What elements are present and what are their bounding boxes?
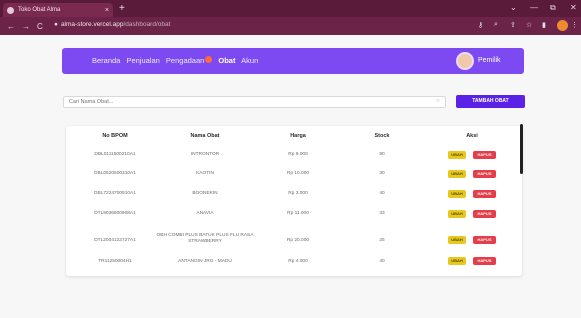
search-input[interactable] — [63, 96, 446, 108]
user-name[interactable]: Pemilik — [478, 57, 501, 64]
header-no-bpom: No BPOM — [102, 133, 128, 139]
notification-dot-icon — [205, 56, 213, 63]
forward-icon[interactable]: → — [22, 22, 30, 31]
edit-button[interactable]: UBAH — [448, 170, 466, 178]
nav-link-obat[interactable]: Obat — [218, 56, 235, 65]
bookmark-star-icon[interactable]: ☆ — [526, 21, 532, 29]
cell-bpom: DTL9036900908A1 — [94, 211, 136, 216]
menu-kebab-icon[interactable]: ⋮ — [571, 21, 578, 29]
sidebar-icon[interactable]: ▮ — [542, 21, 546, 29]
minimize-icon[interactable]: — — [530, 3, 538, 12]
cell-stock: 33 — [379, 211, 385, 216]
cell-harga: Rp 3.000 — [288, 191, 308, 196]
browser-tab-bar: Toko Obat Alma × + ⌄ — ⧉ ✕ — [0, 0, 581, 17]
add-medicine-button[interactable]: TAMBAH OBAT — [456, 95, 525, 108]
share-icon[interactable]: ⇪ — [510, 21, 516, 29]
header-aksi: Aksi — [466, 133, 478, 139]
cell-harga: Rp 9.000 — [288, 152, 308, 157]
search-icon[interactable]: ○ — [436, 98, 440, 104]
reload-icon[interactable]: C — [37, 22, 43, 31]
header-stock: Stock — [374, 133, 390, 139]
browser-profile-avatar[interactable] — [557, 20, 568, 31]
cell-bpom: DTL2004122727A1 — [94, 238, 136, 243]
nav-link-penjualan[interactable]: Penjualan — [126, 56, 159, 65]
cell-bpom: TR11250004H1 — [98, 259, 132, 264]
tab-favicon-icon — [7, 6, 14, 14]
edit-button[interactable]: UBAH — [448, 236, 466, 244]
cell-harga: Rp 4.000 — [288, 259, 308, 264]
cell-bpom: DBL7224700910A1 — [94, 191, 136, 196]
browser-tab[interactable]: Toko Obat Alma × — [3, 3, 113, 17]
delete-button[interactable]: HAPUS — [473, 210, 496, 218]
cell-harga: Rp 20.000 — [286, 238, 310, 243]
delete-button[interactable]: HAPUS — [473, 151, 496, 159]
table-scrollbar[interactable] — [520, 124, 523, 174]
back-icon[interactable]: ← — [7, 22, 15, 31]
cell-stock: 30 — [379, 171, 385, 176]
nav-link-akun[interactable]: Akun — [241, 56, 258, 65]
cell-nama: OBH COMBI PLUS BATUK PLUS FLU RASA STRAW… — [156, 233, 254, 244]
cell-nama: BOONEKIN — [192, 191, 218, 196]
medicine-table-card — [66, 126, 522, 276]
tab-search-icon[interactable]: ⌄ — [510, 3, 517, 12]
close-window-icon[interactable]: ✕ — [570, 3, 577, 12]
nav-links: Beranda Penjualan Pengadaan Obat Akun — [92, 56, 262, 65]
new-tab-icon[interactable]: + — [119, 3, 125, 15]
address-bar: ← → C ● alma-store.vercel.app/dashboard/o… — [0, 17, 581, 35]
cell-harga: Rp 11.000 — [287, 211, 309, 216]
lock-icon: ● — [54, 21, 58, 28]
cell-nama: INTRONTOR — [190, 152, 220, 157]
cell-stock: 25 — [379, 238, 385, 243]
delete-button[interactable]: HAPUS — [473, 190, 496, 198]
cell-stock: 40 — [379, 191, 385, 196]
url-path: /dashboard/obat — [123, 21, 171, 28]
delete-button[interactable]: HAPUS — [473, 236, 496, 244]
tab-title: Toko Obat Alma — [18, 7, 61, 13]
nav-link-beranda[interactable]: Beranda — [92, 56, 120, 65]
cell-bpom: DBL0520500310A1 — [94, 171, 136, 176]
url-domain: alma-store.vercel.app — [60, 21, 124, 28]
restore-icon[interactable]: ⧉ — [550, 3, 556, 13]
delete-button[interactable]: HAPUS — [473, 257, 496, 265]
edit-button[interactable]: UBAH — [448, 210, 466, 218]
edit-button[interactable]: UBAH — [448, 257, 466, 265]
header-nama-obat: Nama Obat — [190, 133, 220, 139]
cell-nama: ANTANGIN JRG - MADU — [178, 259, 232, 264]
edit-button[interactable]: UBAH — [448, 190, 466, 198]
cell-harga: Rp 10.000 — [286, 171, 310, 176]
nav-link-pengadaan[interactable]: Pengadaan — [166, 56, 204, 65]
zoom-icon[interactable]: ⌕ — [494, 21, 498, 29]
url-field[interactable]: ● alma-store.vercel.app/dashboard/obat — [54, 21, 170, 28]
edit-button[interactable]: UBAH — [448, 151, 466, 159]
header-harga: Harga — [290, 133, 306, 139]
tab-close-icon[interactable]: × — [105, 7, 109, 14]
delete-button[interactable]: HAPUS — [473, 170, 496, 178]
cell-stock: 90 — [379, 152, 385, 157]
cell-stock: 40 — [379, 259, 385, 264]
key-icon[interactable]: ⚷ — [478, 21, 483, 29]
cell-bpom: DBL0111500210A1 — [94, 152, 136, 157]
app-navbar: Beranda Penjualan Pengadaan Obat Akun Pe… — [62, 48, 524, 74]
cell-nama: ANAVIA — [196, 211, 214, 216]
cell-nama: KAOTIN — [196, 171, 214, 176]
user-avatar[interactable] — [456, 52, 474, 70]
